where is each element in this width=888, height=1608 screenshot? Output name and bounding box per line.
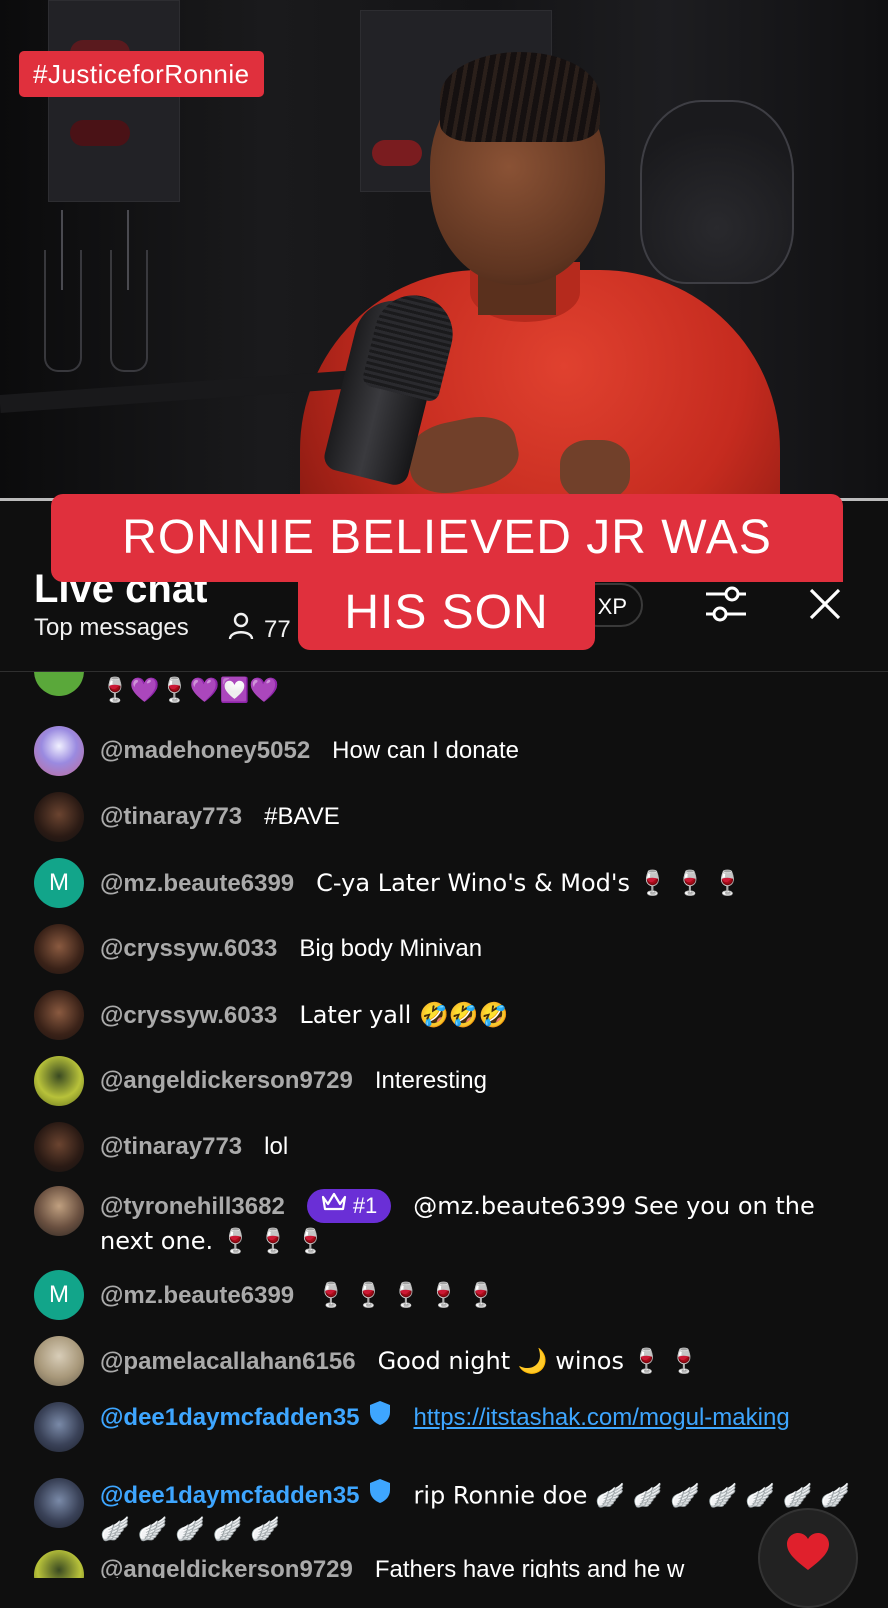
- message-link[interactable]: https://itstashak.com/mogul-making: [414, 1404, 790, 1431]
- verified-shield-icon: [368, 1478, 392, 1512]
- message-author[interactable]: @dee1daymcfadden35: [100, 1482, 360, 1509]
- avatar: [34, 924, 84, 974]
- top-fan-badge: #1: [306, 1188, 392, 1223]
- avatar: [34, 1186, 84, 1236]
- message-author[interactable]: @cryssyw.6033: [100, 935, 277, 962]
- message-author[interactable]: @tinaray773: [100, 1133, 242, 1160]
- avatar: [34, 792, 84, 842]
- message-author[interactable]: @madehoney5052: [100, 737, 310, 764]
- hashtag-overlay: #JusticeforRonnie: [19, 51, 264, 97]
- chat-message: @tyronehill3682 #1 @mz.beaute6399 See you …: [34, 1186, 854, 1266]
- viewer-count-value: 77: [264, 615, 291, 643]
- filter-sliders-icon[interactable]: [700, 580, 752, 628]
- wine-shelf: [48, 0, 180, 202]
- message-text: C-ya Later Wino's & Mod's 🍷 🍷 🍷: [316, 869, 743, 897]
- person-icon: [228, 612, 254, 647]
- message-author[interactable]: @angeldickerson9729: [100, 1067, 353, 1094]
- decanter: [640, 100, 794, 284]
- avatar: [34, 672, 84, 696]
- chat-message: @cryssyw.6033 Big body Minivan: [34, 924, 854, 974]
- viewer-count: 77: [228, 612, 291, 647]
- avatar: [34, 1478, 84, 1528]
- wine-glass-stem: [61, 210, 63, 290]
- chat-mode-selector[interactable]: Top messages: [34, 614, 189, 642]
- avatar: [34, 1056, 84, 1106]
- message-author[interactable]: @dee1daymcfadden35: [100, 1404, 360, 1431]
- avatar: [34, 1402, 84, 1452]
- chat-message: @madehoney5052 How can I donate: [34, 726, 854, 776]
- message-text: 🍷 🍷 🍷 🍷 🍷: [316, 1281, 497, 1309]
- close-icon[interactable]: [800, 580, 850, 628]
- message-author[interactable]: @mz.beaute6399: [100, 870, 294, 897]
- chat-message: @pamelacallahan6156 Good night 🌙 winos 🍷 …: [34, 1336, 854, 1386]
- message-text: lol: [264, 1133, 289, 1160]
- message-author[interactable]: @cryssyw.6033: [100, 1002, 277, 1029]
- caption-line-2: HIS SON: [298, 582, 595, 650]
- wine-bottle: [372, 140, 422, 166]
- message-text: #BAVE: [264, 803, 340, 830]
- chat-message: M @mz.beaute6399 🍷 🍷 🍷 🍷 🍷: [34, 1270, 854, 1320]
- message-author[interactable]: @pamelacallahan6156: [100, 1348, 356, 1375]
- chat-message: @angeldickerson9729 Fathers have rights a…: [34, 1550, 854, 1578]
- avatar: M: [34, 1270, 84, 1320]
- avatar: M: [34, 858, 84, 908]
- chat-message: M @mz.beaute6399 C-ya Later Wino's & Mod'…: [34, 858, 854, 908]
- message-text: Later yall 🤣🤣🤣: [299, 1001, 509, 1029]
- wine-glass: [44, 250, 82, 372]
- message-text: Good night 🌙 winos 🍷 🍷: [377, 1347, 699, 1375]
- verified-shield-icon: [368, 1400, 392, 1433]
- heart-icon: [785, 1532, 831, 1577]
- message-author[interactable]: @tyronehill3682: [100, 1193, 285, 1220]
- chat-message: @dee1daymcfadden35 https://itstashak.com/…: [34, 1400, 854, 1472]
- crown-icon: [321, 1190, 347, 1222]
- message-text: 🍷💜🍷💜💟💜: [100, 676, 280, 704]
- avatar: [34, 726, 84, 776]
- wine-glass: [110, 250, 148, 372]
- wine-glass-stem: [127, 210, 129, 290]
- avatar: [34, 1550, 84, 1578]
- message-author[interactable]: @tinaray773: [100, 803, 242, 830]
- avatar: [34, 990, 84, 1040]
- caption-line-1: RONNIE BELIEVED JR WAS: [51, 494, 843, 582]
- reaction-button[interactable]: [758, 1508, 858, 1608]
- person-hand: [560, 440, 630, 500]
- message-text: Big body Minivan: [299, 935, 483, 962]
- chat-message: 🍷💜🍷💜💟💜: [34, 672, 854, 712]
- message-text: Interesting: [374, 1067, 487, 1094]
- chat-message: @tinaray773 #BAVE: [34, 792, 854, 842]
- chat-message: @tinaray773 lol: [34, 1122, 854, 1172]
- badge-rank: #1: [352, 1192, 378, 1218]
- chat-message: @dee1daymcfadden35 rip Ronnie doe 🪽 🪽 🪽 🪽…: [34, 1478, 854, 1548]
- message-author[interactable]: @angeldickerson9729: [100, 1556, 353, 1578]
- message-text: Fathers have rights and he w: [374, 1556, 685, 1578]
- person-hair: [440, 52, 600, 142]
- wine-bottle: [70, 120, 130, 146]
- chat-message: @cryssyw.6033 Later yall 🤣🤣🤣: [34, 990, 854, 1040]
- message-text: How can I donate: [332, 737, 519, 764]
- video-player[interactable]: #JusticeforRonnie: [0, 0, 888, 500]
- avatar: [34, 1336, 84, 1386]
- chat-message: @angeldickerson9729 Interesting: [34, 1056, 854, 1106]
- chat-message-list[interactable]: 🍷💜🍷💜💟💜 @madehoney5052 How can I donate @t…: [0, 672, 888, 1578]
- message-author[interactable]: @mz.beaute6399: [100, 1282, 294, 1309]
- avatar: [34, 1122, 84, 1172]
